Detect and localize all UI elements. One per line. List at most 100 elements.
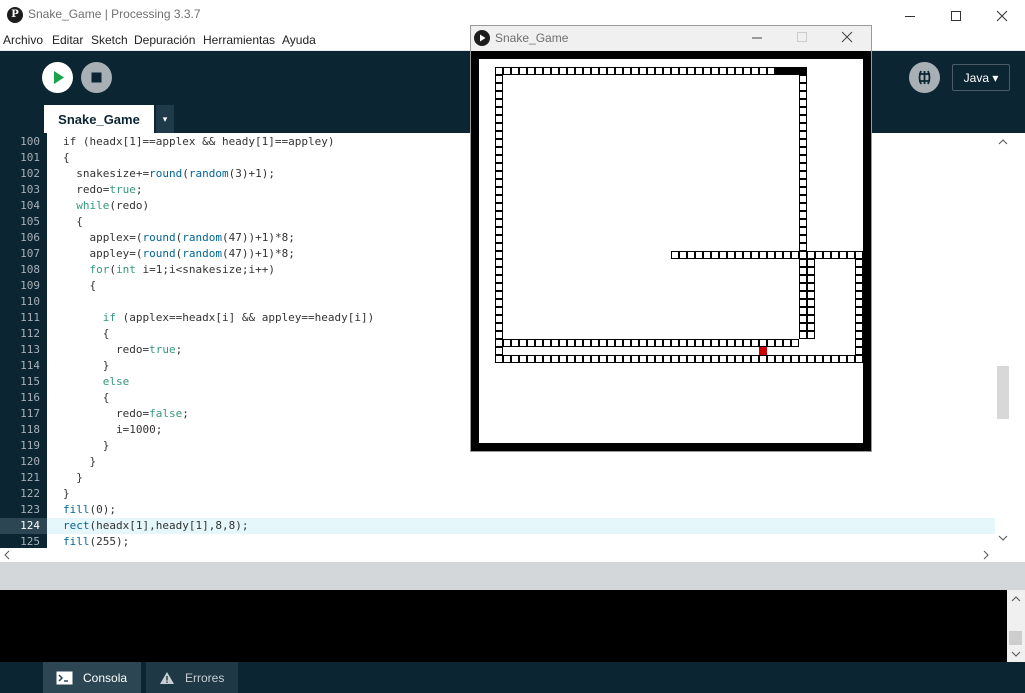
scroll-down-icon[interactable] (1011, 650, 1021, 658)
tab-errors[interactable]: Errores (146, 662, 238, 693)
snake-segment (671, 251, 679, 259)
code-line[interactable]: 123 fill(0); (0, 502, 995, 518)
close-icon[interactable] (979, 0, 1025, 31)
scroll-right-icon[interactable] (982, 550, 990, 560)
sketch-minimize-icon[interactable] (750, 30, 764, 49)
snake-segment (799, 299, 807, 307)
snake-segment (695, 251, 703, 259)
line-number: 118 (20, 423, 40, 436)
console-output[interactable] (0, 590, 1007, 662)
snake-segment (719, 339, 727, 347)
sketch-window-title: Snake_Game (495, 31, 569, 45)
snake-segment (655, 67, 663, 75)
snake-segment (495, 219, 503, 227)
menu-depuracion[interactable]: Depuración (134, 33, 195, 47)
snake-segment (687, 251, 695, 259)
scroll-up-icon[interactable] (1011, 595, 1021, 603)
code-line[interactable]: 124 rect(headx[1],heady[1],8,8); (0, 518, 995, 534)
snake-segment (583, 355, 591, 363)
snake-segment (495, 147, 503, 155)
editor-scroll-thumb[interactable] (997, 366, 1009, 419)
menu-archivo[interactable]: Archivo (3, 33, 43, 47)
menu-herramientas[interactable]: Herramientas (203, 33, 275, 47)
tab-menu-button[interactable]: ▾ (156, 105, 174, 133)
snake-segment (679, 339, 687, 347)
menu-sketch[interactable]: Sketch (91, 33, 128, 47)
snake-segment (663, 355, 671, 363)
snake-segment (767, 251, 775, 259)
stop-button[interactable] (81, 62, 112, 93)
code-line[interactable]: 121 } (0, 470, 995, 486)
sketch-maximize-icon (795, 30, 809, 49)
tab-errors-label: Errores (185, 670, 225, 685)
snake-segment (799, 331, 807, 339)
game-canvas[interactable] (479, 59, 863, 443)
snake-segment (543, 355, 551, 363)
line-number: 120 (20, 455, 40, 468)
snake-head-segment (799, 67, 807, 75)
line-number: 110 (20, 295, 40, 308)
snake-segment (799, 83, 807, 91)
code-line[interactable]: 125 fill(255); (0, 534, 995, 548)
snake-segment (791, 339, 799, 347)
run-button[interactable] (42, 62, 73, 93)
snake-segment (495, 331, 503, 339)
snake-segment (823, 355, 831, 363)
console-divider[interactable] (0, 562, 1025, 590)
snake-segment (591, 355, 599, 363)
mode-selector[interactable]: Java ▾ (952, 64, 1010, 91)
snake-segment (735, 339, 743, 347)
scroll-down-icon[interactable] (998, 534, 1008, 542)
minimize-icon[interactable] (887, 0, 933, 31)
maximize-icon[interactable] (933, 0, 979, 31)
snake-segment (799, 307, 807, 315)
snake-segment (671, 339, 679, 347)
code-text: redo=true; (63, 183, 143, 196)
sketch-close-icon[interactable] (840, 30, 854, 49)
snake-segment (791, 355, 799, 363)
console-scroll-thumb[interactable] (1009, 631, 1022, 645)
snake-segment (631, 355, 639, 363)
snake-segment (591, 339, 599, 347)
code-line[interactable]: 122} (0, 486, 995, 502)
code-text: rect(headx[1],heady[1],8,8); (63, 519, 249, 532)
snake-segment (639, 67, 647, 75)
snake-segment (799, 251, 807, 259)
scroll-up-icon[interactable] (998, 138, 1008, 146)
tab-console[interactable]: Consola (43, 662, 141, 693)
snake-segment (855, 355, 863, 363)
menu-ayuda[interactable]: Ayuda (282, 33, 316, 47)
snake-segment (655, 355, 663, 363)
snake-segment (727, 251, 735, 259)
console-scrollbar[interactable] (1007, 590, 1025, 662)
code-text: fill(255); (63, 535, 130, 548)
snake-segment (535, 339, 543, 347)
code-line[interactable]: 120 } (0, 454, 995, 470)
snake-segment (615, 67, 623, 75)
snake-segment (823, 251, 831, 259)
sketch-app-icon (474, 30, 490, 46)
snake-segment (727, 339, 735, 347)
editor-vertical-scrollbar[interactable] (995, 133, 1012, 548)
snake-segment (639, 339, 647, 347)
snake-segment (775, 355, 783, 363)
debugger-button[interactable] (909, 62, 940, 93)
snake-segment (535, 67, 543, 75)
snake-segment (711, 339, 719, 347)
snake-segment (799, 355, 807, 363)
menu-editar[interactable]: Editar (52, 33, 83, 47)
snake-segment (567, 67, 575, 75)
tab-label: Snake_Game (58, 111, 140, 127)
snake-segment (743, 67, 751, 75)
snake-segment (727, 67, 735, 75)
snake-segment (527, 67, 535, 75)
code-text: if (headx[1]==applex && heady[1]==appley… (63, 135, 335, 148)
line-number: 103 (20, 183, 40, 196)
editor-horizontal-scrollbar[interactable] (0, 548, 995, 562)
snake-segment (503, 339, 511, 347)
snake-segment (503, 67, 511, 75)
snake-segment (703, 67, 711, 75)
scroll-left-icon[interactable] (3, 550, 11, 560)
snake-segment (855, 347, 863, 355)
tab-snake-game[interactable]: Snake_Game (44, 105, 154, 133)
